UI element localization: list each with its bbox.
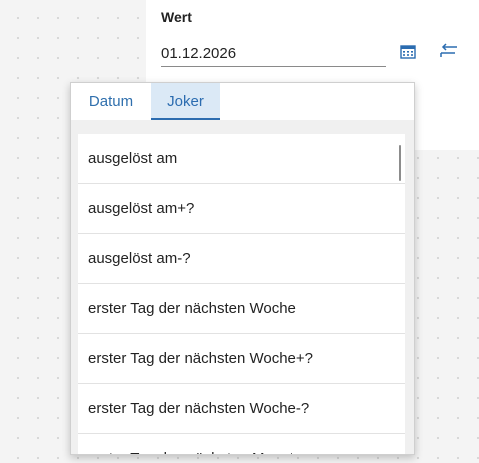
swap-arrow-icon[interactable] xyxy=(437,40,461,62)
popup-tabs: Datum Joker xyxy=(71,83,220,120)
tab-joker[interactable]: Joker xyxy=(151,83,220,120)
list-item[interactable]: erster Tag der nächsten Woche-? xyxy=(78,384,405,434)
calendar-icon[interactable] xyxy=(398,42,418,62)
list-item[interactable]: ausgelöst am+? xyxy=(78,184,405,234)
date-picker-popup: Datum Joker ausgelöst am ausgelöst am+? … xyxy=(70,82,415,455)
list-scrollbar[interactable] xyxy=(399,145,401,181)
joker-list[interactable]: ausgelöst am ausgelöst am+? ausgelöst am… xyxy=(78,134,405,454)
date-value-input[interactable] xyxy=(161,41,386,67)
list-item[interactable]: erster Tag des nächsten Monats xyxy=(78,434,405,454)
list-item[interactable]: ausgelöst am-? xyxy=(78,234,405,284)
list-item[interactable]: ausgelöst am xyxy=(78,134,405,184)
joker-list-area: ausgelöst am ausgelöst am+? ausgelöst am… xyxy=(71,120,414,454)
field-label: Wert xyxy=(161,9,192,25)
tab-datum[interactable]: Datum xyxy=(71,83,151,120)
list-item[interactable]: erster Tag der nächsten Woche xyxy=(78,284,405,334)
list-item[interactable]: erster Tag der nächsten Woche+? xyxy=(78,334,405,384)
